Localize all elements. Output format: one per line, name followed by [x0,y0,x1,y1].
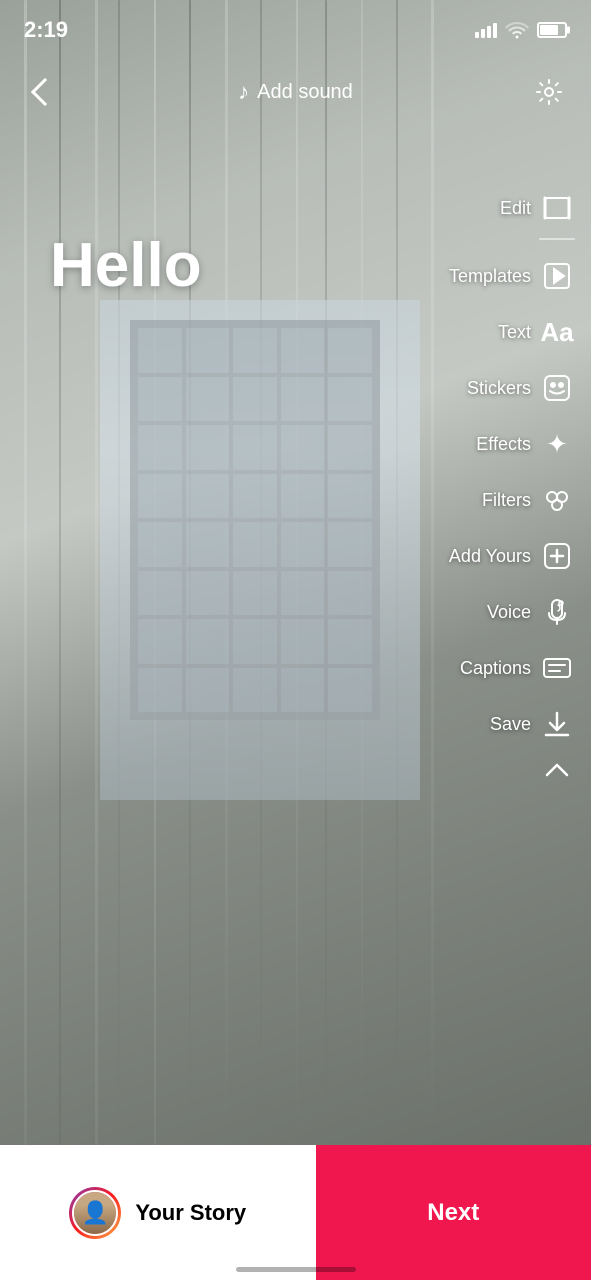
status-icons [475,21,567,39]
stickers-icon [539,370,575,406]
battery-icon [537,22,567,38]
templates-tool[interactable]: Templates [443,248,581,304]
collapse-tools-button[interactable] [539,752,575,788]
signal-icon [475,23,497,38]
next-label: Next [427,1199,479,1227]
save-tool[interactable]: Save [484,696,581,752]
captions-tool[interactable]: Captions [454,640,581,696]
divider [539,238,575,240]
filters-label: Filters [482,490,531,511]
voice-label: Voice [487,602,531,623]
right-tools-panel: Edit Templates Text Aa Stickers [443,180,581,788]
voice-icon [539,594,575,630]
text-tool[interactable]: Text Aa [492,304,581,360]
add-yours-tool[interactable]: Add Yours [443,528,581,584]
save-label: Save [490,714,531,735]
avatar-ring: 👤 [69,1187,121,1239]
settings-icon [534,77,564,107]
save-icon [539,706,575,742]
stickers-tool[interactable]: Stickers [461,360,581,416]
effects-icon: ✦ [539,426,575,462]
text-icon: Aa [539,314,575,350]
bottom-bar: 👤 Your Story Next [0,1145,591,1280]
avatar-face: 👤 [74,1192,116,1234]
captions-icon [539,650,575,686]
time-display: 2:19 [24,17,68,43]
back-chevron-icon [31,78,59,106]
home-indicator [236,1267,356,1272]
effects-tool[interactable]: Effects ✦ [470,416,581,472]
your-story-label: Your Story [135,1200,246,1226]
story-text-overlay: Hello [50,230,202,301]
building-bg [130,320,380,720]
add-yours-icon [539,538,575,574]
top-navigation: ♪ Add sound [0,70,591,114]
edit-label: Edit [500,198,531,219]
edit-tool[interactable]: Edit [494,180,581,236]
filters-icon [539,482,575,518]
your-story-button[interactable]: 👤 Your Story [0,1145,316,1280]
settings-button[interactable] [527,70,571,114]
wifi-icon [505,21,529,39]
stickers-label: Stickers [467,378,531,399]
templates-label: Templates [449,266,531,287]
next-button[interactable]: Next [316,1145,591,1280]
voice-tool[interactable]: Voice [481,584,581,640]
add-sound-label: Add sound [257,81,353,104]
music-note-icon: ♪ [238,79,249,105]
add-sound-button[interactable]: ♪ Add sound [238,79,353,105]
filters-tool[interactable]: Filters [476,472,581,528]
effects-label: Effects [476,434,531,455]
text-label: Text [498,322,531,343]
add-yours-label: Add Yours [449,546,531,567]
captions-label: Captions [460,658,531,679]
templates-icon [539,258,575,294]
edit-icon [539,190,575,226]
status-bar: 2:19 [0,0,591,60]
back-button[interactable] [20,70,64,114]
avatar: 👤 [72,1190,118,1236]
